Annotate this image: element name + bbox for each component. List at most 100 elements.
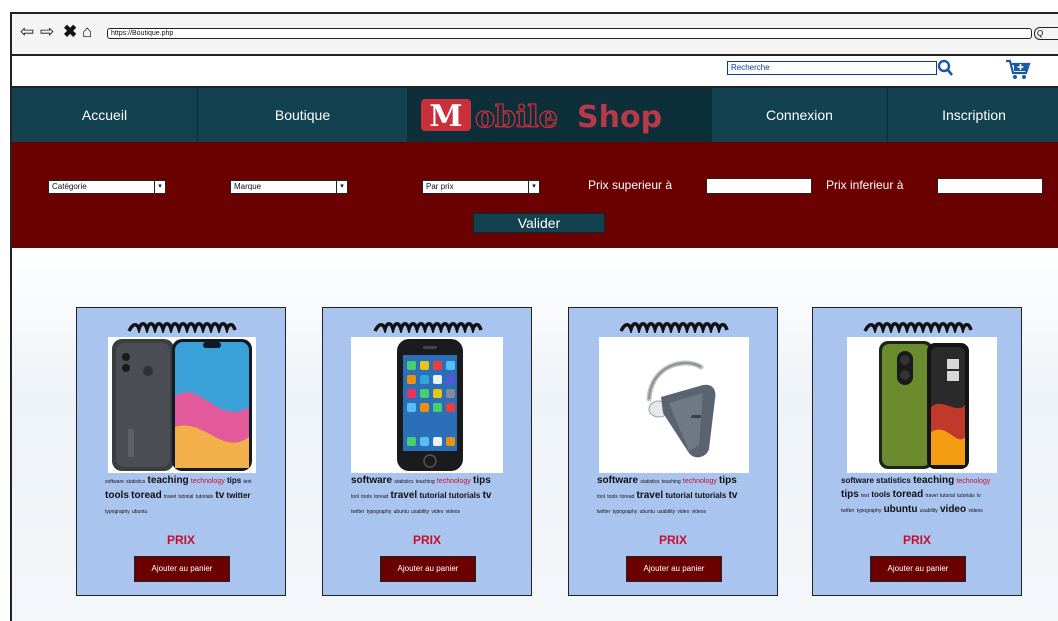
- tag-word[interactable]: twitter: [597, 509, 610, 515]
- max-price-input[interactable]: [937, 178, 1043, 194]
- tag-word[interactable]: tips: [227, 476, 241, 485]
- tag-word[interactable]: twitter: [227, 491, 251, 500]
- tag-word[interactable]: tools: [871, 490, 890, 499]
- tag-word[interactable]: twitter: [841, 508, 854, 514]
- tag-word[interactable]: video: [940, 504, 966, 515]
- tag-word[interactable]: ubuntu: [640, 509, 655, 515]
- tag-word[interactable]: teaching: [148, 475, 189, 486]
- tag-word[interactable]: tv: [729, 490, 738, 501]
- tag-word[interactable]: tips: [473, 475, 491, 486]
- tag-word[interactable]: toread: [893, 489, 924, 500]
- main-navigation: Accueil Boutique M obile Shop Mobile Shop…: [12, 86, 1058, 144]
- min-price-label: Prix superieur à: [588, 178, 673, 192]
- tag-word[interactable]: technology: [956, 478, 990, 485]
- add-to-cart-button[interactable]: Ajouter au panier: [870, 556, 966, 582]
- add-to-cart-button[interactable]: Ajouter au panier: [626, 556, 722, 582]
- tag-word[interactable]: tool: [597, 494, 605, 500]
- tag-word[interactable]: text: [243, 479, 251, 485]
- tag-word[interactable]: teaching: [416, 479, 435, 485]
- tag-word[interactable]: tips: [719, 475, 737, 486]
- tag-word[interactable]: tv: [483, 490, 492, 501]
- tag-word[interactable]: software: [597, 475, 638, 486]
- tag-word[interactable]: travel: [164, 494, 176, 500]
- tag-word[interactable]: ubuntu: [132, 509, 147, 515]
- tag-word[interactable]: tutorial: [940, 493, 955, 499]
- close-icon[interactable]: ✖: [63, 23, 77, 40]
- tag-word[interactable]: tutorial: [178, 494, 193, 500]
- tag-word[interactable]: statistics: [640, 479, 659, 485]
- tag-word[interactable]: text: [861, 493, 869, 499]
- tag-word[interactable]: toread: [620, 494, 634, 500]
- tag-word[interactable]: tutorials: [695, 491, 727, 500]
- tag-word[interactable]: tips: [841, 489, 859, 500]
- tag-word[interactable]: technology: [683, 478, 717, 485]
- tag-word[interactable]: typography: [367, 509, 392, 515]
- tag-word[interactable]: software: [841, 476, 874, 485]
- min-price-input[interactable]: [706, 178, 812, 194]
- tag-word[interactable]: software: [105, 479, 124, 485]
- site-logo[interactable]: M obile Shop Mobile Shop: [407, 88, 712, 142]
- tag-word[interactable]: tv: [977, 493, 981, 499]
- price-sort-select[interactable]: Par prix ▾: [422, 180, 540, 194]
- tag-word[interactable]: toread: [131, 490, 162, 501]
- search-icon[interactable]: [937, 59, 953, 77]
- address-bar[interactable]: https://Boutique.php: [107, 28, 1032, 39]
- tag-word[interactable]: tutorials: [449, 491, 481, 500]
- nav-accueil[interactable]: Accueil: [12, 88, 197, 142]
- tag-word[interactable]: tool: [351, 494, 359, 500]
- product-price: PRIX: [166, 533, 195, 547]
- search-input[interactable]: Recherche: [727, 61, 937, 75]
- forward-arrow-icon[interactable]: ⇨: [40, 23, 54, 40]
- nav-connexion[interactable]: Connexion: [712, 88, 887, 142]
- submit-filter-button[interactable]: Valider: [473, 213, 605, 233]
- tag-word[interactable]: tools: [105, 490, 129, 501]
- tag-word[interactable]: videos: [692, 509, 706, 515]
- product-name-scribble: [863, 322, 973, 333]
- tag-word[interactable]: usability: [411, 509, 429, 515]
- add-to-cart-button[interactable]: Ajouter au panier: [134, 556, 230, 582]
- add-to-cart-button[interactable]: Ajouter au panier: [380, 556, 476, 582]
- tag-word[interactable]: teaching: [662, 479, 681, 485]
- tag-word[interactable]: statistics: [126, 479, 145, 485]
- product-image-phone-case: [847, 337, 997, 473]
- tag-word[interactable]: typography: [105, 509, 130, 515]
- product-card: software statistics teaching technology …: [76, 307, 286, 596]
- category-select[interactable]: Catégorie ▾: [48, 180, 166, 194]
- brand-select[interactable]: Marque ▾: [230, 180, 348, 194]
- tag-word[interactable]: technology: [437, 478, 471, 485]
- tag-word[interactable]: videos: [968, 508, 982, 514]
- tag-word[interactable]: tv: [215, 490, 224, 501]
- tag-word[interactable]: twitter: [351, 509, 364, 515]
- tag-word[interactable]: usability: [657, 509, 675, 515]
- tag-word[interactable]: tools: [607, 494, 618, 500]
- tag-word[interactable]: video: [431, 509, 443, 515]
- nav-inscription[interactable]: Inscription: [888, 88, 1058, 142]
- tag-word[interactable]: travel: [925, 493, 937, 499]
- tag-word[interactable]: statistics: [876, 476, 911, 485]
- site-topbar: Recherche: [12, 56, 1058, 86]
- back-arrow-icon[interactable]: ⇦: [20, 23, 34, 40]
- tag-word[interactable]: statistics: [394, 479, 413, 485]
- tag-word[interactable]: toread: [374, 494, 388, 500]
- tag-word[interactable]: software: [351, 475, 392, 486]
- cart-icon[interactable]: [1005, 58, 1031, 80]
- tag-word[interactable]: typography: [857, 508, 882, 514]
- tag-word[interactable]: technology: [191, 478, 225, 485]
- tag-word[interactable]: typography: [613, 509, 638, 515]
- nav-boutique[interactable]: Boutique: [198, 88, 407, 142]
- tag-word[interactable]: teaching: [913, 475, 954, 486]
- tag-word[interactable]: tools: [361, 494, 372, 500]
- tag-word[interactable]: ubuntu: [884, 504, 918, 515]
- tag-word[interactable]: travel: [391, 490, 418, 501]
- browser-search-field[interactable]: Q: [1034, 27, 1058, 40]
- tag-word[interactable]: tutorial: [419, 491, 446, 500]
- tag-word[interactable]: tutorials: [196, 494, 214, 500]
- tag-word[interactable]: tutorials: [957, 493, 975, 499]
- tag-word[interactable]: usability: [920, 508, 938, 514]
- tag-word[interactable]: ubuntu: [394, 509, 409, 515]
- tag-word[interactable]: video: [677, 509, 689, 515]
- home-icon[interactable]: ⌂: [82, 23, 92, 40]
- tag-word[interactable]: travel: [637, 490, 664, 501]
- tag-word[interactable]: videos: [446, 509, 460, 515]
- tag-word[interactable]: tutorial: [665, 491, 692, 500]
